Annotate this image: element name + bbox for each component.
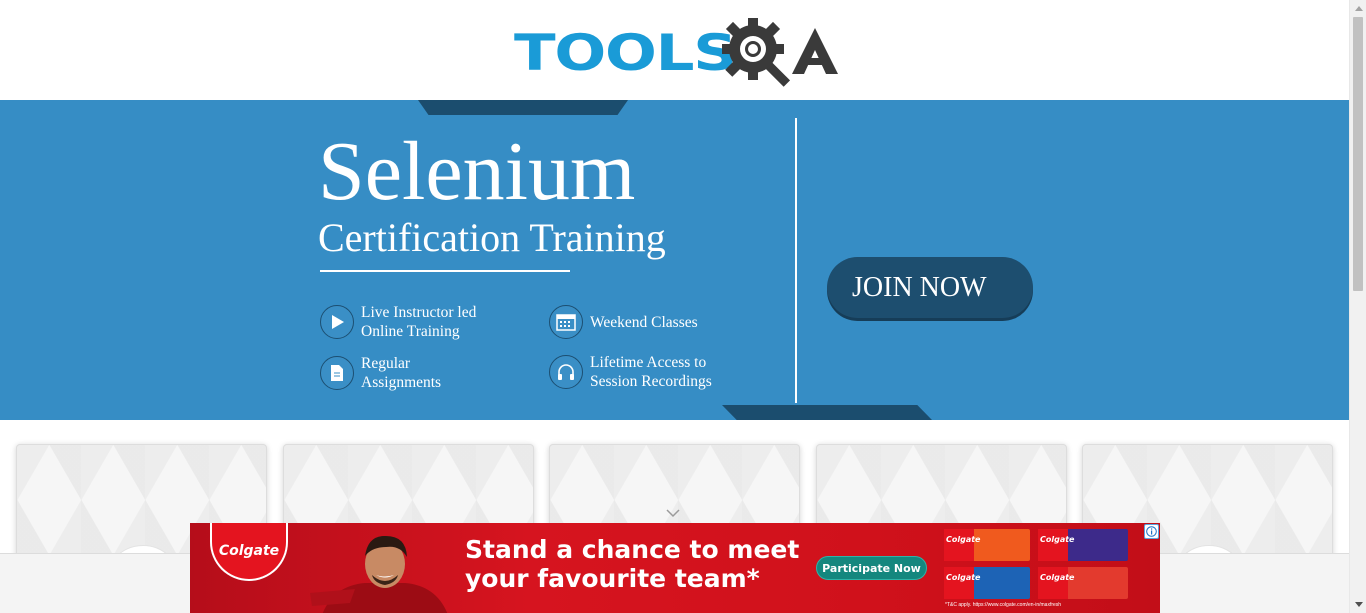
ad-headline-line: your favourite team* [465, 564, 760, 593]
scrollbar-thumb[interactable] [1353, 17, 1363, 291]
banner-stripe-decoration [722, 405, 932, 420]
banner-subtitle: Certification Training [318, 215, 666, 260]
selenium-training-banner[interactable]: Selenium Certification Training Live Ins… [0, 100, 1349, 420]
ad-person-image [310, 535, 448, 613]
calendar-icon [549, 305, 583, 339]
info-icon[interactable] [1144, 524, 1159, 539]
logo-wordmark: TOOLS [514, 24, 737, 82]
headphones-icon [549, 355, 583, 389]
site-header: TOOLS [0, 0, 1349, 100]
banner-stripe-decoration [418, 100, 628, 115]
banner-divider [795, 118, 797, 403]
feature-line: Live Instructor led [361, 304, 477, 321]
scroll-down-arrow-icon[interactable] [1350, 596, 1366, 613]
feature-text: Regular Assignments [361, 354, 441, 392]
participate-now-button[interactable]: Participate Now [816, 556, 927, 580]
feature-line: Regular [361, 355, 411, 372]
feature-text: Live Instructor led Online Training [361, 303, 476, 341]
product-label: Colgate [946, 573, 981, 582]
feature-line: Assignments [361, 374, 442, 391]
browser-viewport: TOOLS Selenium Certification Training Li… [0, 0, 1366, 613]
feature-assignments: Regular Assignments [320, 354, 441, 392]
gear-magnifier-icon [722, 18, 791, 87]
play-icon [320, 305, 354, 339]
product-label: Colgate [946, 535, 981, 544]
feature-line: Online Training [361, 323, 460, 340]
toothpaste-products-image: Colgate Colgate Colgate Colgate [944, 529, 1128, 599]
product-label: Colgate [1040, 573, 1075, 582]
join-now-button[interactable]: JOIN NOW [827, 257, 1033, 318]
scroll-up-arrow-icon[interactable] [1350, 0, 1366, 17]
feature-live-training: Live Instructor led Online Training [320, 303, 476, 341]
feature-weekend-classes: Weekend Classes [549, 305, 698, 339]
colgate-advertisement[interactable]: Colgate Stand a chance to meet your favo… [190, 523, 1160, 613]
product-label: Colgate [1040, 535, 1075, 544]
feature-lifetime-access: Lifetime Access to Session Recordings [549, 353, 712, 391]
colgate-logo: Colgate [210, 523, 288, 581]
feature-line: Lifetime Access to [590, 354, 707, 371]
logo-letter-a [792, 28, 838, 74]
banner-title: Selenium [318, 125, 636, 218]
chevron-down-icon[interactable] [666, 508, 680, 518]
toolsqa-logo[interactable]: TOOLS [514, 14, 839, 92]
ad-terms: *T&C apply. https://www.colgate.com/en-i… [945, 602, 1062, 608]
document-icon [320, 356, 354, 390]
feature-text: Lifetime Access to Session Recordings [590, 353, 712, 391]
banner-underline [320, 270, 570, 272]
vertical-scrollbar[interactable] [1349, 0, 1366, 613]
feature-line: Weekend Classes [590, 313, 698, 331]
ad-headline: Stand a chance to meet your favourite te… [465, 535, 799, 593]
ad-headline-line: Stand a chance to meet [465, 535, 800, 564]
feature-line: Session Recordings [590, 373, 712, 390]
